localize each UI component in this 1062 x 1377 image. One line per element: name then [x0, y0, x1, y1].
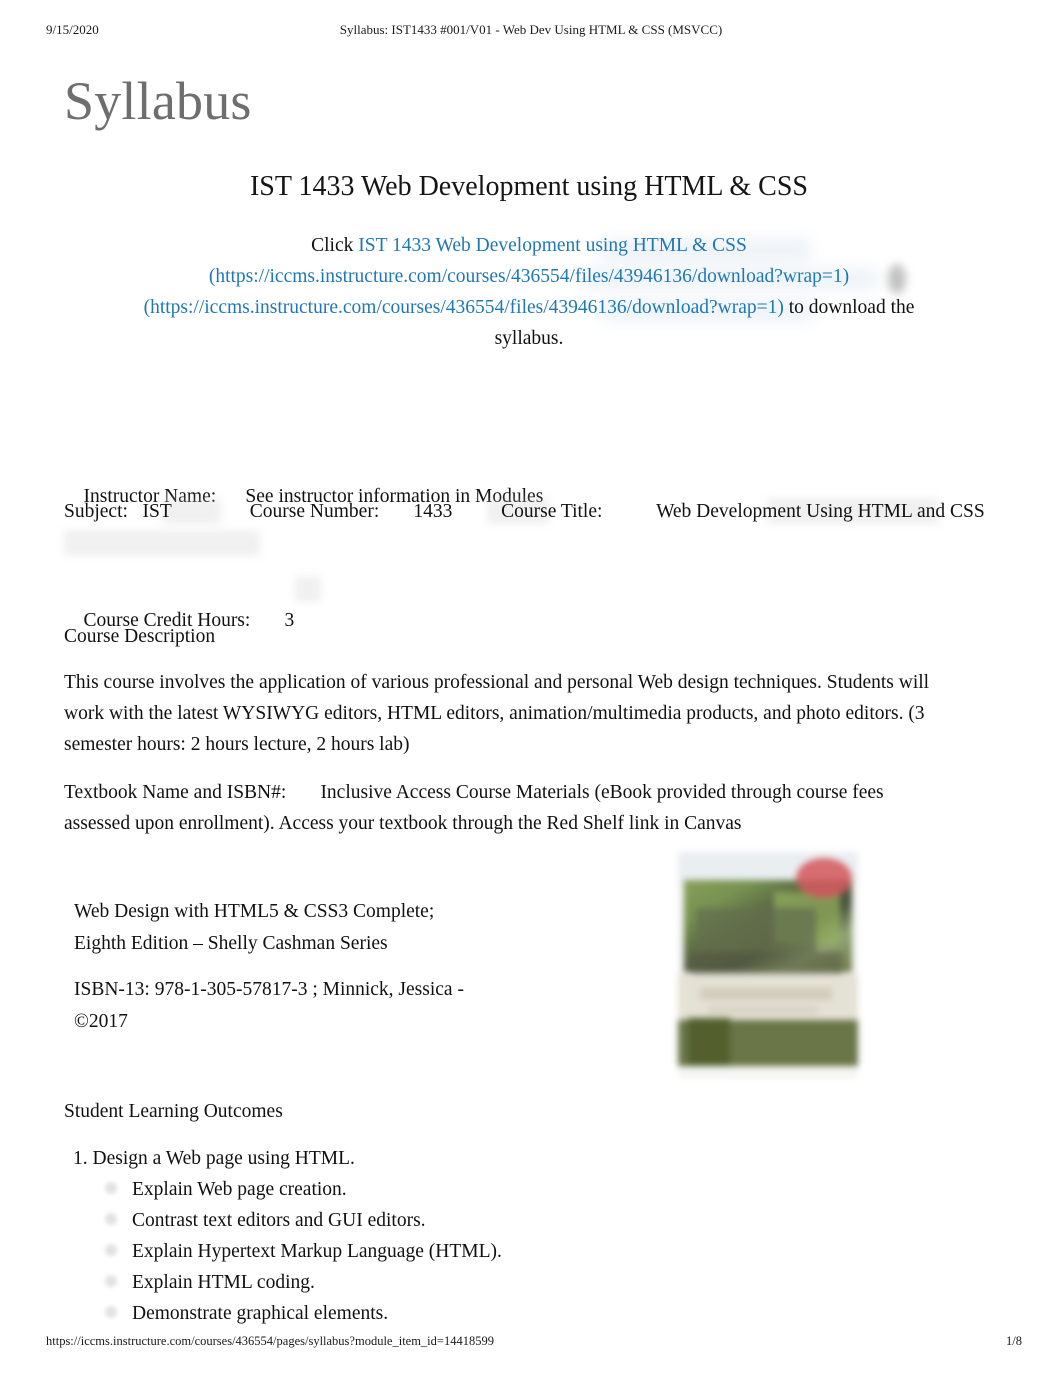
textbook-title-line-2: Eighth Edition – Shelly Cashman Series	[74, 933, 388, 954]
subject-value: IST	[142, 501, 172, 522]
outcome-sub-bullet-icon	[105, 1182, 117, 1194]
click-lead-text: Click	[311, 235, 359, 256]
textbook-cover-image	[678, 852, 858, 1078]
outcome-sub-bullet-icon	[105, 1306, 117, 1318]
course-title-value: Web Development	[656, 501, 802, 522]
credit-hours-value: 3	[284, 610, 295, 631]
outcome-sub-bullet-icon	[105, 1275, 117, 1287]
cover-photo-shape	[696, 908, 816, 952]
subject-label: Subject:	[64, 501, 128, 522]
print-footer-url: https://iccms.instructure.com/courses/43…	[46, 1334, 494, 1348]
outcome-sub-bullet-icon	[105, 1244, 117, 1256]
outcome-sub-item-1: Explain Web page creation.	[132, 1179, 347, 1200]
print-header: 9/15/2020 Syllabus: IST1433 #001/V01 - W…	[0, 22, 1062, 42]
textbook-title-block: Web Design with HTML5 & CSS3 Complete; E…	[74, 896, 654, 960]
cover-bottom-edge	[678, 1066, 858, 1078]
course-number-value: 1433	[413, 501, 453, 522]
cover-title-line-1	[700, 988, 832, 1000]
outcome-sub-bullet-icon	[105, 1213, 117, 1225]
textbook-isbn-block: ISBN-13: 978-1-305-57817-3 ; Minnick, Je…	[74, 974, 654, 1038]
outcomes-heading: Student Learning Outcomes	[64, 1101, 283, 1122]
outcome-sub-item-4: Explain HTML coding.	[132, 1272, 315, 1293]
syllabus-download-link[interactable]: IST 1433 Web Development using HTML & CS…	[358, 235, 747, 256]
course-description-heading: Course Description	[64, 626, 216, 647]
download-tail-text-2: syllabus.	[494, 328, 564, 349]
print-header-title: Syllabus: IST1433 #001/V01 - Web Dev Usi…	[339, 22, 723, 37]
course-identity-row: Subject: IST Course Number: 1433 Course …	[64, 496, 994, 527]
textbook-label: Textbook Name and ISBN#:	[64, 782, 287, 803]
syllabus-download-url-2[interactable]: (https://iccms.instructure.com/courses/4…	[144, 297, 784, 318]
outcome-item-1: 1. Design a Web page using HTML.	[73, 1143, 355, 1174]
download-instructions: Click IST 1433 Web Development using HTM…	[64, 230, 994, 354]
syllabus-download-line-3: (https://iccms.instructure.com/courses/4…	[64, 292, 994, 323]
outcome-sub-item-3: Explain Hypertext Markup Language (HTML)…	[132, 1241, 502, 1262]
outcome-number-1: 1.	[73, 1148, 88, 1169]
outcome-sub-item-2: Contrast text editors and GUI editors.	[132, 1210, 426, 1231]
textbook-isbn-line-1: ISBN-13: 978-1-305-57817-3 ; Minnick, Je…	[74, 979, 464, 1000]
syllabus-download-url-1[interactable]: (https://iccms.instructure.com/courses/4…	[64, 261, 994, 292]
print-footer: https://iccms.instructure.com/courses/43…	[0, 1334, 1062, 1354]
cover-spine-block	[688, 1018, 730, 1066]
course-number-label: Course Number:	[249, 501, 380, 522]
course-title-label: Course Title:	[501, 501, 603, 522]
cover-red-badge	[796, 858, 852, 898]
course-description-body: This course involves the application of …	[64, 672, 930, 755]
page-title: Syllabus	[64, 71, 252, 131]
textbook-row: Textbook Name and ISBN#: Inclusive Acces…	[64, 777, 942, 839]
textbook-title-line-1: Web Design with HTML5 & CSS3 Complete;	[74, 901, 435, 922]
cover-photo-shadow	[692, 952, 842, 974]
field-shade-credit-hours	[295, 576, 321, 602]
course-heading: IST 1433 Web Development using HTML & CS…	[249, 171, 808, 202]
outcome-sub-item-5: Demonstrate graphical elements.	[132, 1303, 389, 1324]
print-footer-page: 1/8	[1006, 1334, 1022, 1348]
textbook-isbn-line-2: ©2017	[74, 1011, 128, 1032]
course-title-value-line2: Using HTML and CSS	[806, 501, 985, 522]
page-canvas: 9/15/2020 Syllabus: IST1433 #001/V01 - W…	[0, 0, 1062, 1377]
download-tail-text-1: to download the	[783, 297, 915, 318]
cover-title-line-2	[708, 1006, 818, 1014]
outcome-text-1: Design a Web page using HTML.	[92, 1148, 355, 1169]
